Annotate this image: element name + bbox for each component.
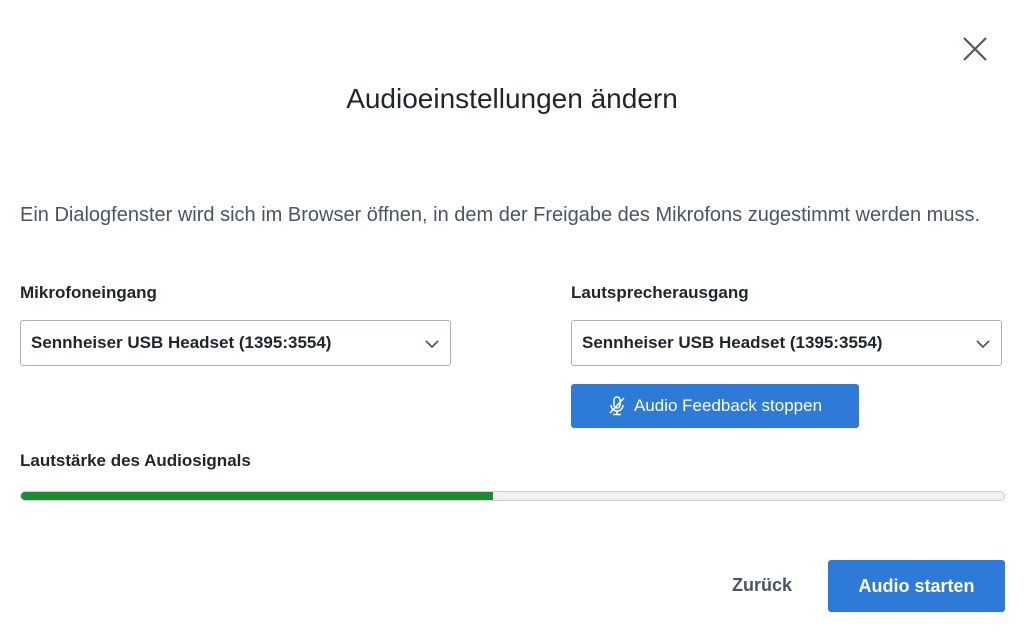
close-icon [963, 37, 987, 61]
volume-meter-fill [21, 492, 493, 500]
microphone-selected-value: Sennheiser USB Headset (1395:3554) [31, 333, 332, 352]
permission-info-text: Ein Dialogfenster wird sich im Browser ö… [20, 204, 981, 226]
volume-meter [20, 491, 1005, 501]
dialog-title: Audioeinstellungen ändern [346, 83, 678, 114]
chevron-down-icon [976, 340, 990, 349]
close-button[interactable] [958, 32, 992, 66]
volume-label: Lautstärke des Audiosignals [20, 451, 251, 470]
speaker-label: Lautsprecherausgang [571, 283, 749, 302]
stop-audio-feedback-label: Audio Feedback stoppen [633, 396, 823, 415]
speaker-selected-value: Sennheiser USB Headset (1395:3554) [582, 333, 883, 352]
audio-settings-dialog: Audioeinstellungen ändern Ein Dialogfens… [0, 0, 1024, 641]
back-button[interactable]: Zurück [712, 563, 812, 607]
microphone-label: Mikrofoneingang [20, 283, 157, 302]
start-audio-button[interactable]: Audio starten [828, 560, 1005, 612]
speaker-select[interactable]: Sennheiser USB Headset (1395:3554) [571, 320, 1002, 366]
chevron-down-icon [425, 340, 439, 349]
stop-audio-feedback-button[interactable]: Audio Feedback stoppen [571, 384, 859, 428]
microphone-select[interactable]: Sennheiser USB Headset (1395:3554) [20, 320, 451, 366]
mic-off-icon [609, 396, 625, 416]
